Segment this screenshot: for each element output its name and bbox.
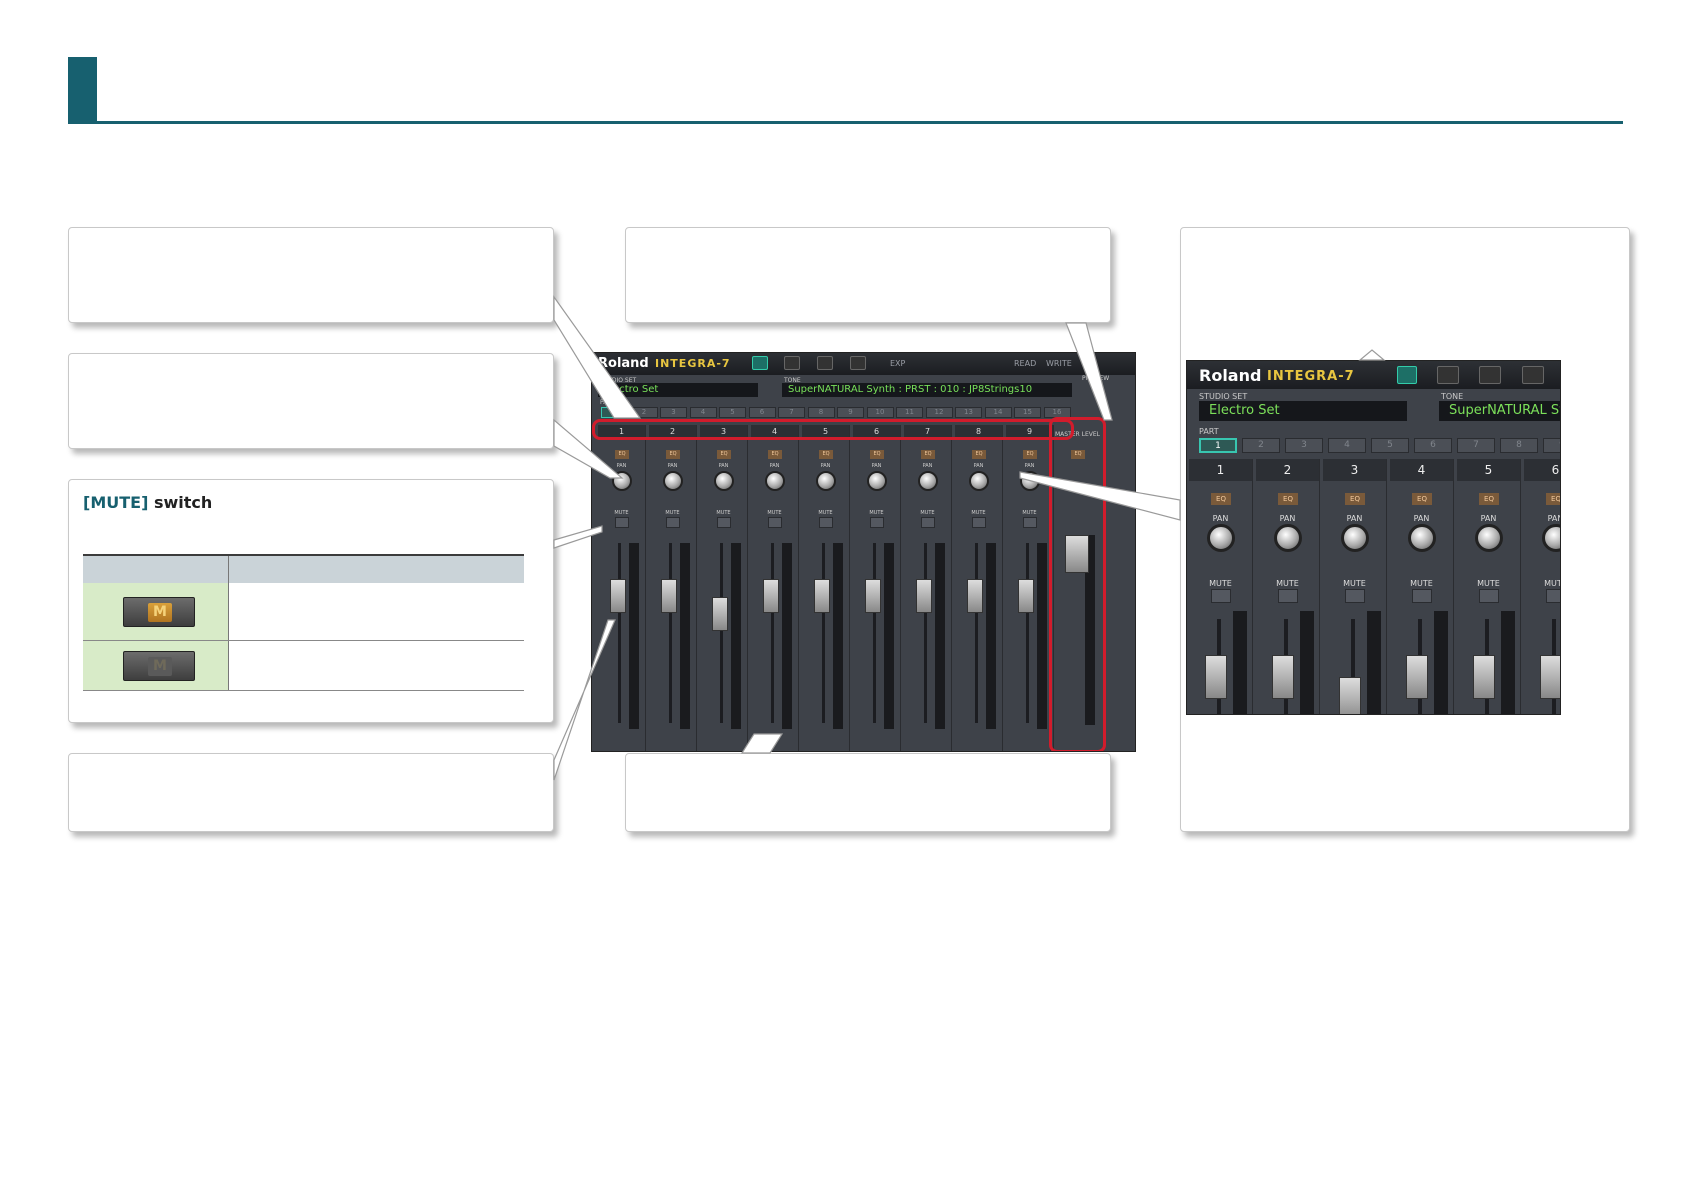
callout-leader-lines xyxy=(553,295,1386,781)
page: [MUTE] switch M M Roland INTEGRA-7 EXP R… xyxy=(0,0,1684,1191)
leader-pan xyxy=(553,418,624,479)
leader-master-level xyxy=(1065,322,1113,421)
leader-enlarged-top xyxy=(1358,349,1386,361)
leader-channel-number xyxy=(553,295,642,419)
leader-enlarged xyxy=(1019,471,1181,521)
leader-part-name xyxy=(740,733,784,754)
leader-fader xyxy=(553,619,616,781)
leader-mute xyxy=(553,525,603,549)
